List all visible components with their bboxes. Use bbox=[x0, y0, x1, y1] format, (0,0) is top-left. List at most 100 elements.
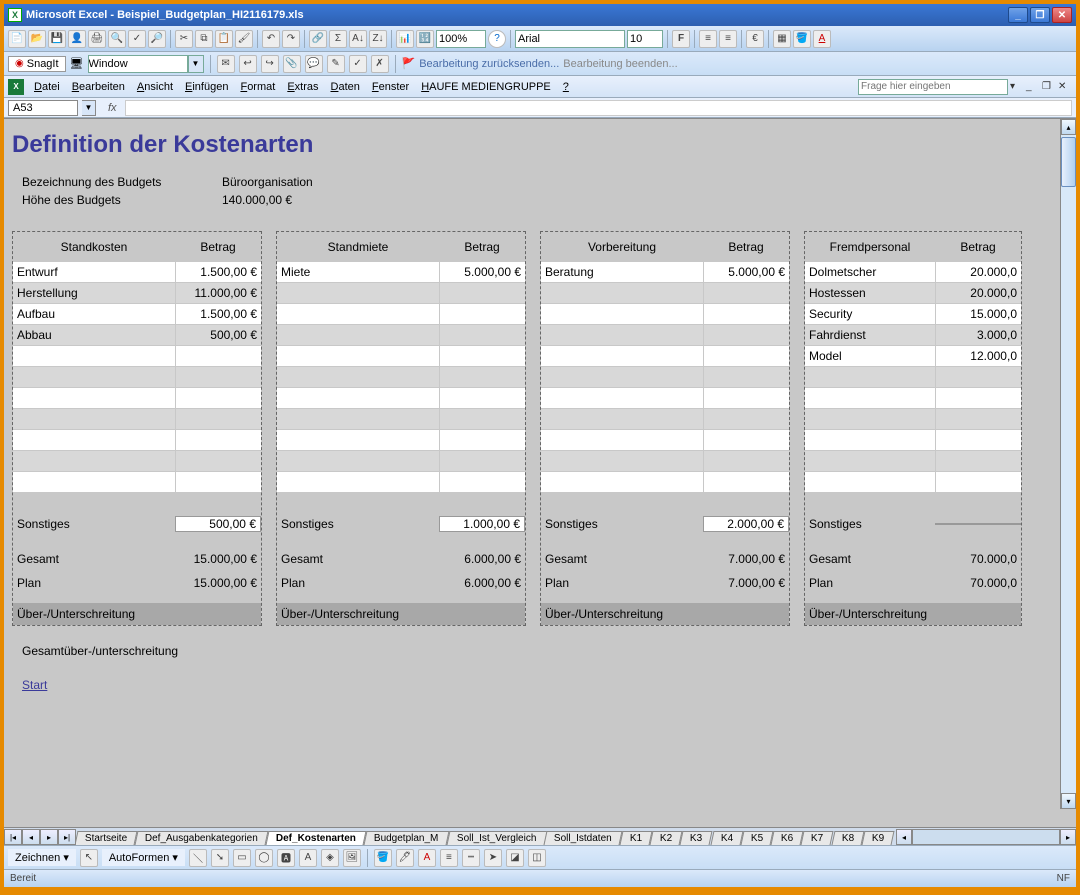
help-icon[interactable]: ? bbox=[488, 30, 506, 48]
help-search-input[interactable] bbox=[858, 79, 1008, 95]
sheet-tab-K4[interactable]: K4 bbox=[710, 831, 743, 845]
new-icon[interactable]: 📄 bbox=[8, 30, 26, 48]
table-row[interactable]: Model12.000,0 bbox=[805, 346, 1021, 367]
menu-ansicht[interactable]: Ansicht bbox=[131, 79, 179, 95]
diagram-icon[interactable]: ◈ bbox=[321, 849, 339, 867]
table-row[interactable] bbox=[277, 472, 525, 493]
snagit-scope-dropdown[interactable]: ▼ bbox=[188, 55, 204, 73]
sonstiges-value[interactable]: 500,00 € bbox=[175, 516, 261, 532]
table-row[interactable] bbox=[805, 388, 1021, 409]
table-row[interactable] bbox=[541, 451, 789, 472]
menu-daten[interactable]: Daten bbox=[325, 79, 366, 95]
table-row[interactable] bbox=[805, 430, 1021, 451]
table-row[interactable] bbox=[805, 451, 1021, 472]
undo-icon[interactable]: ↶ bbox=[262, 30, 280, 48]
formula-input[interactable] bbox=[125, 100, 1072, 116]
reject-icon[interactable]: ✗ bbox=[371, 55, 389, 73]
align-center-icon[interactable]: ≡ bbox=[719, 30, 737, 48]
table-row[interactable] bbox=[13, 451, 261, 472]
table-row[interactable] bbox=[541, 367, 789, 388]
font-name-select[interactable] bbox=[515, 30, 625, 48]
attachment-icon[interactable]: 📎 bbox=[283, 55, 301, 73]
menu-einfügen[interactable]: Einfügen bbox=[179, 79, 234, 95]
tab-prev-button[interactable]: ◂ bbox=[22, 829, 40, 845]
wordart-icon[interactable]: A bbox=[299, 849, 317, 867]
scroll-down-button[interactable]: ▾ bbox=[1061, 793, 1076, 809]
table-row[interactable] bbox=[541, 430, 789, 451]
table-row[interactable] bbox=[277, 304, 525, 325]
doc-close-button[interactable]: ✕ bbox=[1058, 81, 1072, 92]
table-row[interactable]: Aufbau1.500,00 € bbox=[13, 304, 261, 325]
select-objects-icon[interactable]: ↖ bbox=[80, 849, 98, 867]
table-row[interactable] bbox=[805, 409, 1021, 430]
table-row[interactable] bbox=[541, 346, 789, 367]
name-box[interactable]: A53 bbox=[8, 100, 78, 116]
shadow-icon[interactable]: ◪ bbox=[506, 849, 524, 867]
line-color-icon[interactable]: 🖊 bbox=[396, 849, 414, 867]
hyperlink-icon[interactable]: 🔗 bbox=[309, 30, 327, 48]
reply-all-icon[interactable]: ↪ bbox=[261, 55, 279, 73]
table-row[interactable]: Hostessen20.000,0 bbox=[805, 283, 1021, 304]
arrow-icon[interactable]: ➘ bbox=[211, 849, 229, 867]
send-back-button[interactable]: Bearbeitung zurücksenden... bbox=[419, 58, 559, 70]
table-row[interactable] bbox=[541, 304, 789, 325]
table-row[interactable] bbox=[277, 346, 525, 367]
sheet-tab-K9[interactable]: K9 bbox=[861, 831, 894, 845]
sonstiges-value[interactable]: 2.000,00 € bbox=[703, 516, 789, 532]
oval-icon[interactable]: ◯ bbox=[255, 849, 273, 867]
pivot-icon[interactable]: 🔢 bbox=[416, 30, 434, 48]
table-row[interactable] bbox=[805, 472, 1021, 493]
sheet-tab-Soll_Ist_Vergleich[interactable]: Soll_Ist_Vergleich bbox=[446, 831, 546, 845]
font-color-icon[interactable]: A bbox=[813, 30, 831, 48]
table-row[interactable] bbox=[541, 325, 789, 346]
draw-menu[interactable]: Zeichnen ▾ bbox=[8, 849, 76, 866]
hscroll-right-button[interactable]: ▸ bbox=[1060, 829, 1076, 845]
table-row[interactable]: Herstellung11.000,00 € bbox=[13, 283, 261, 304]
sort-desc-icon[interactable]: Z↓ bbox=[369, 30, 387, 48]
end-editing-button[interactable]: Bearbeitung beenden... bbox=[563, 58, 677, 70]
sheet-tab-K3[interactable]: K3 bbox=[680, 831, 713, 845]
table-row[interactable]: Entwurf1.500,00 € bbox=[13, 262, 261, 283]
cut-icon[interactable]: ✂ bbox=[175, 30, 193, 48]
tab-last-button[interactable]: ▸| bbox=[58, 829, 76, 845]
maximize-button[interactable]: ❐ bbox=[1030, 7, 1050, 23]
table-row[interactable] bbox=[277, 451, 525, 472]
snagit-scope-select[interactable] bbox=[88, 55, 188, 73]
align-left-icon[interactable]: ≡ bbox=[699, 30, 717, 48]
table-row[interactable] bbox=[541, 388, 789, 409]
doc-restore-button[interactable]: ❐ bbox=[1042, 81, 1056, 92]
workbook-icon[interactable]: X bbox=[8, 79, 24, 95]
table-row[interactable] bbox=[13, 430, 261, 451]
sheet-tab-Def_Kostenarten[interactable]: Def_Kostenarten bbox=[266, 831, 367, 845]
spell-icon[interactable]: ✓ bbox=[128, 30, 146, 48]
preview-icon[interactable]: 🔍 bbox=[108, 30, 126, 48]
table-row[interactable] bbox=[277, 367, 525, 388]
sheet-tab-K1[interactable]: K1 bbox=[619, 831, 652, 845]
zoom-select[interactable] bbox=[436, 30, 486, 48]
3d-icon[interactable]: ◫ bbox=[528, 849, 546, 867]
menu-datei[interactable]: Datei bbox=[28, 79, 66, 95]
snagit-button[interactable]: SnagIt bbox=[8, 56, 66, 72]
hscroll-left-button[interactable]: ◂ bbox=[896, 829, 912, 845]
sheet-tab-K5[interactable]: K5 bbox=[740, 831, 773, 845]
accept-icon[interactable]: ✓ bbox=[349, 55, 367, 73]
autosum-icon[interactable]: Σ bbox=[329, 30, 347, 48]
table-row[interactable]: Security15.000,0 bbox=[805, 304, 1021, 325]
table-row[interactable] bbox=[541, 409, 789, 430]
permission-icon[interactable]: 👤 bbox=[68, 30, 86, 48]
sheet-tab-Startseite[interactable]: Startseite bbox=[76, 831, 138, 845]
textbox-icon[interactable]: 🅰 bbox=[277, 849, 295, 867]
arrow-style-icon[interactable]: ➤ bbox=[484, 849, 502, 867]
line-icon[interactable]: ＼ bbox=[189, 849, 207, 867]
sort-asc-icon[interactable]: A↓ bbox=[349, 30, 367, 48]
fill-color-icon[interactable]: 🪣 bbox=[793, 30, 811, 48]
paste-icon[interactable]: 📋 bbox=[215, 30, 233, 48]
table-row[interactable] bbox=[541, 283, 789, 304]
print-icon[interactable]: 🖨 bbox=[88, 30, 106, 48]
menu-format[interactable]: Format bbox=[234, 79, 281, 95]
help-dropdown[interactable]: ▾ bbox=[1010, 81, 1024, 92]
bold-icon[interactable]: F bbox=[672, 30, 690, 48]
menu-extras[interactable]: Extras bbox=[281, 79, 324, 95]
autoshapes-menu[interactable]: AutoFormen ▾ bbox=[102, 849, 185, 866]
table-row[interactable]: Beratung5.000,00 € bbox=[541, 262, 789, 283]
